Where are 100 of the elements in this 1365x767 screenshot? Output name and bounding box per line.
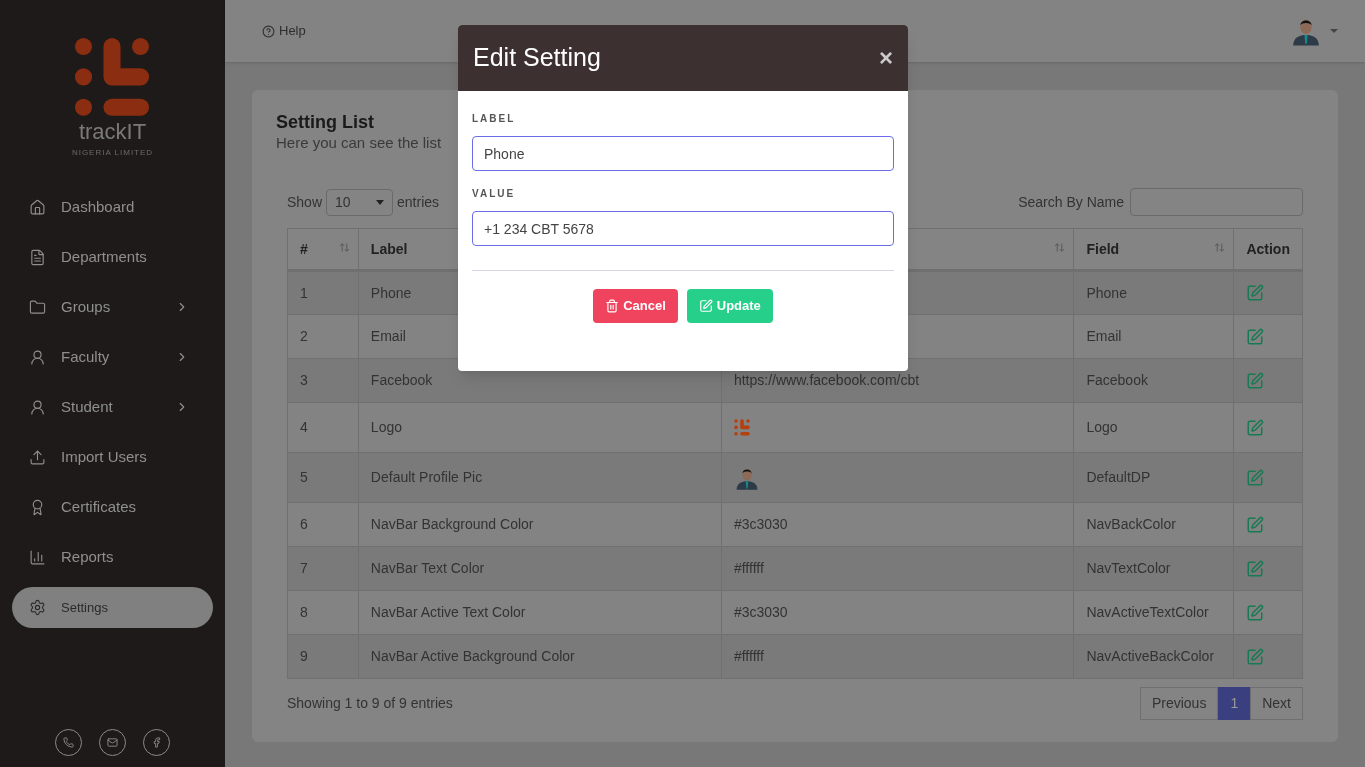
- table-cell: NavActiveBackColor: [1086, 648, 1215, 665]
- nav-label: Faculty: [61, 347, 111, 368]
- caret-icon: [376, 199, 385, 205]
- modal-title: Edit Setting: [473, 42, 601, 74]
- table-cell: #3c3030: [733, 516, 788, 533]
- table-cell: Phone: [1086, 284, 1127, 301]
- nav-item[interactable]: Faculty: [12, 336, 213, 378]
- table-cell: NavBar Background Color: [370, 516, 534, 533]
- edit-icon[interactable]: [1246, 327, 1265, 346]
- show-label: Show: [287, 192, 323, 212]
- search-label: Search By Name: [1018, 192, 1124, 212]
- search-field[interactable]: [1130, 188, 1303, 217]
- table-cell: Facebook: [1086, 372, 1148, 389]
- sort-icon: [1054, 242, 1066, 254]
- logo-tagline: NIGERIA LIMITED: [71, 146, 154, 159]
- logo-icon: [733, 419, 750, 437]
- table-cell: 5: [300, 469, 308, 486]
- table-cell: Phone: [370, 284, 412, 301]
- table-cell: Logo: [370, 419, 402, 436]
- nav-label: Departments: [61, 247, 148, 268]
- table-cell: NavTextColor: [1086, 560, 1171, 577]
- help-link[interactable]: Help: [262, 21, 306, 41]
- table-cell: 9: [300, 648, 308, 665]
- logo-icon: [74, 37, 151, 117]
- help-label: Help: [279, 22, 306, 41]
- edit-icon[interactable]: [1246, 468, 1265, 487]
- field-label: LABEL: [472, 112, 517, 126]
- nav-item[interactable]: Settings: [12, 586, 213, 628]
- nav-item[interactable]: Groups: [12, 286, 213, 328]
- table-cell: NavBar Text Color: [370, 560, 485, 577]
- edit-icon[interactable]: [1246, 418, 1265, 437]
- table-cell: Default Profile Pic: [370, 469, 483, 486]
- table-cell: #ffffff: [733, 648, 764, 665]
- column-header[interactable]: Action: [1233, 228, 1303, 271]
- pagination-button[interactable]: Next: [1250, 687, 1303, 721]
- table-cell: 4: [300, 419, 308, 436]
- nav-label: Dashboard: [61, 197, 136, 218]
- nav-label: Reports: [61, 547, 115, 568]
- sort-icon: [1214, 242, 1226, 254]
- nav-icon: [29, 198, 46, 216]
- input-field[interactable]: Phone: [472, 136, 894, 171]
- table-cell: NavBar Active Text Color: [370, 604, 526, 621]
- help-icon: [262, 24, 275, 38]
- caret-icon[interactable]: [1330, 29, 1338, 33]
- nav-item[interactable]: Student: [12, 386, 213, 428]
- edit-icon[interactable]: [1246, 515, 1265, 534]
- nav-item[interactable]: Import Users: [12, 436, 213, 478]
- edit-icon[interactable]: [1246, 284, 1265, 303]
- nav-label: Import Users: [61, 447, 148, 468]
- table-cell: Facebook: [370, 372, 433, 389]
- table-cell: 3: [300, 372, 308, 389]
- table-cell: Email: [370, 328, 406, 345]
- cancel-button[interactable]: Cancel: [593, 289, 678, 323]
- nav-label: Settings: [61, 598, 109, 617]
- field-label: VALUE: [472, 187, 517, 201]
- edit-icon: [698, 299, 713, 313]
- nav-icon: [29, 598, 46, 616]
- pagination-button[interactable]: Previous: [1139, 687, 1219, 721]
- entries-info: Showing 1 to 9 of 9 entries: [287, 694, 453, 714]
- nav-item[interactable]: Certificates: [12, 486, 213, 528]
- table-cell: Email: [1086, 328, 1122, 345]
- nav-icon: [29, 348, 46, 366]
- table-cell: #ffffff: [733, 560, 764, 577]
- table-cell: 6: [300, 516, 308, 533]
- table-cell: 8: [300, 604, 308, 621]
- edit-icon[interactable]: [1246, 647, 1265, 666]
- nav-label: Certificates: [61, 497, 138, 518]
- nav-icon: [29, 398, 46, 416]
- page-size-select[interactable]: 10: [326, 188, 394, 216]
- nav-item[interactable]: Dashboard: [12, 186, 213, 228]
- table-cell: 7: [300, 560, 308, 577]
- nav-item[interactable]: Reports: [12, 536, 213, 578]
- phone-icon: [63, 737, 74, 748]
- edit-icon[interactable]: [1246, 371, 1265, 390]
- edit-icon[interactable]: [1246, 603, 1265, 622]
- close-button[interactable]: ×: [879, 40, 893, 76]
- nav-label: Groups: [61, 297, 112, 318]
- mail-icon: [107, 737, 118, 748]
- entries-label: entries: [397, 192, 440, 212]
- logo-text: trackIT: [78, 120, 147, 143]
- table-cell: 1: [300, 284, 308, 301]
- card-title: Setting List: [276, 111, 374, 134]
- column-header[interactable]: #: [287, 228, 359, 271]
- table-cell: NavActiveTextColor: [1086, 604, 1209, 621]
- table-cell: 2: [300, 328, 308, 345]
- nav-icon: [29, 298, 46, 316]
- table-cell: NavBackColor: [1086, 516, 1176, 533]
- nav-label: Student: [61, 397, 114, 418]
- table-cell: #3c3030: [733, 604, 788, 621]
- nav-item[interactable]: Departments: [12, 236, 213, 278]
- edit-icon[interactable]: [1246, 559, 1265, 578]
- trash-icon: [605, 299, 620, 313]
- input-field[interactable]: +1 234 CBT 5678: [472, 211, 894, 246]
- nav-icon: [29, 548, 46, 566]
- table-cell: Logo: [1086, 419, 1118, 436]
- column-header[interactable]: Field: [1073, 228, 1234, 271]
- facebook-icon: [151, 737, 162, 748]
- table-cell: NavBar Active Background Color: [370, 648, 575, 665]
- nav-icon: [29, 248, 46, 266]
- pagination-button[interactable]: 1: [1218, 687, 1251, 721]
